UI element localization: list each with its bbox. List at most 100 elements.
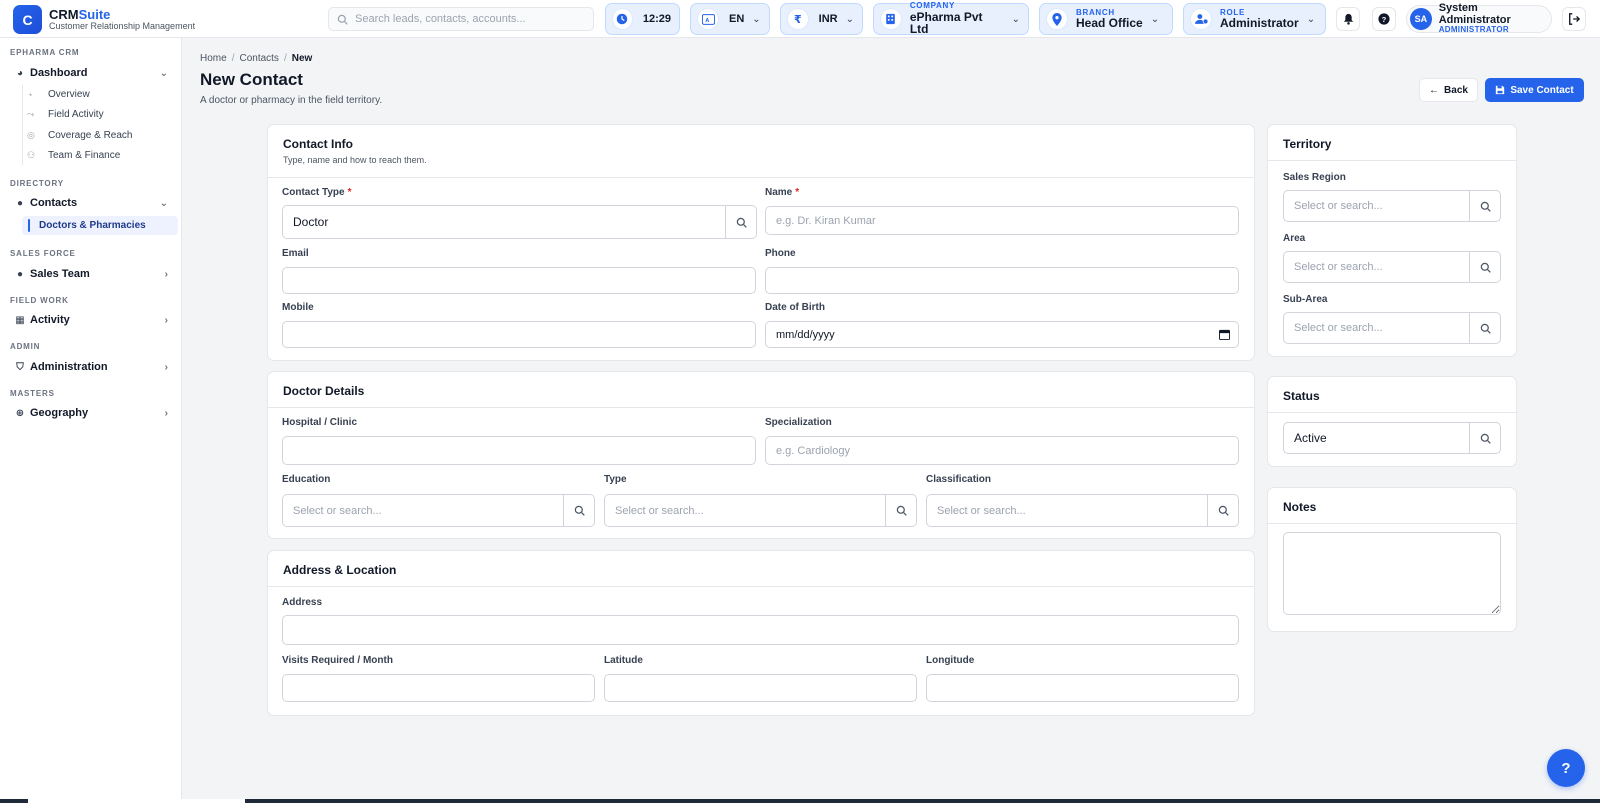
visits-input[interactable]: [293, 675, 594, 701]
specialization-field[interactable]: [765, 436, 1239, 465]
classification-select[interactable]: Select or search...: [926, 494, 1239, 527]
latitude-field[interactable]: [604, 674, 917, 702]
clock-icon: [612, 8, 633, 30]
sub-area-placeholder: Select or search...: [1294, 322, 1383, 334]
status-select[interactable]: Active: [1283, 422, 1501, 454]
sidebar-item-doctors-pharmacies[interactable]: Doctors & Pharmacies: [22, 216, 178, 235]
latitude-input[interactable]: [615, 675, 916, 701]
classification-search-button[interactable]: [1207, 495, 1238, 526]
section-title-admin: ADMIN: [10, 342, 41, 351]
area-select[interactable]: Select or search...: [1283, 251, 1501, 283]
email-input[interactable]: [293, 268, 755, 293]
type-select[interactable]: Select or search...: [604, 494, 917, 527]
mobile-input[interactable]: [293, 322, 755, 347]
user-shield-icon: [1190, 8, 1212, 30]
type-search-button[interactable]: [885, 495, 916, 526]
education-search-button[interactable]: [563, 495, 594, 526]
phone-input[interactable]: [776, 268, 1238, 293]
specialization-input[interactable]: [776, 437, 1238, 464]
language-selector[interactable]: A EN ⌄: [690, 3, 770, 35]
sub-area-label: Sub-Area: [1283, 294, 1328, 305]
phone-field[interactable]: [765, 267, 1239, 294]
search-input[interactable]: [355, 13, 575, 25]
sidebar-item-administration[interactable]: ⛉ Administration ›: [8, 357, 176, 377]
breadcrumb-home[interactable]: Home: [200, 53, 227, 64]
search-icon: [1480, 433, 1491, 444]
sidebar-item-dashboard[interactable]: ◕ Dashboard ⌄: [8, 63, 176, 83]
name-input[interactable]: [776, 207, 1238, 234]
notifications-button[interactable]: [1336, 7, 1360, 31]
dob-field[interactable]: mm/dd/yyyy: [765, 321, 1239, 348]
sidebar-item-coverage-reach[interactable]: ◎ Coverage & Reach: [27, 126, 175, 145]
sub-area-select[interactable]: Select or search...: [1283, 312, 1501, 344]
mobile-field[interactable]: [282, 321, 756, 348]
sidebar-item-overview[interactable]: ◔ Overview: [27, 85, 175, 104]
calendar-icon[interactable]: [1219, 329, 1230, 340]
status-value: Active: [1294, 431, 1327, 445]
logout-icon: [1569, 13, 1580, 25]
longitude-input[interactable]: [937, 675, 1238, 701]
company-selector[interactable]: COMPANY ePharma Pvt Ltd ⌄: [873, 1, 1029, 36]
email-field[interactable]: [282, 267, 756, 294]
dashboard-icon: ◕: [16, 67, 24, 79]
status-search-button[interactable]: [1469, 423, 1500, 453]
email-label: Email: [282, 248, 309, 259]
floating-help-button[interactable]: ?: [1547, 749, 1585, 787]
card-title-territory: Territory: [1283, 137, 1332, 151]
contact-type-search-button[interactable]: [725, 206, 756, 238]
name-field[interactable]: [765, 206, 1239, 235]
type-placeholder: Select or search...: [615, 504, 704, 517]
sidebar-item-sales-team[interactable]: ● Sales Team ›: [8, 264, 176, 284]
sidebar-item-field-activity[interactable]: ⤳ Field Activity: [27, 105, 175, 124]
sales-region-select[interactable]: Select or search...: [1283, 190, 1501, 222]
brand[interactable]: C CRMSuite Customer Relationship Managem…: [13, 5, 195, 34]
logout-button[interactable]: [1562, 7, 1586, 31]
help-menu-button[interactable]: ?: [1372, 7, 1396, 31]
globe-icon: ⊕: [15, 407, 25, 419]
sidebar-item-activity[interactable]: ▦ Activity ›: [8, 310, 176, 330]
hospital-input[interactable]: [293, 437, 755, 464]
education-select[interactable]: Select or search...: [282, 494, 595, 527]
sub-area-search-button[interactable]: [1469, 313, 1500, 343]
notes-textarea[interactable]: [1283, 532, 1501, 615]
user-role: ADMINISTRATOR: [1438, 25, 1509, 35]
role-selector[interactable]: ROLE Administrator ⌄: [1183, 3, 1326, 35]
area-placeholder: Select or search...: [1294, 261, 1383, 273]
classification-label: Classification: [926, 474, 992, 485]
global-search[interactable]: [328, 7, 594, 31]
user-menu[interactable]: SA System Administrator ADMINISTRATOR: [1406, 2, 1552, 35]
address-field[interactable]: [282, 615, 1239, 645]
chevron-down-icon: ⌄: [752, 13, 761, 25]
contact-type-select[interactable]: Doctor: [282, 205, 757, 239]
save-contact-button[interactable]: Save Contact: [1485, 78, 1584, 102]
sidebar-item-contacts[interactable]: ● Contacts ⌄: [8, 193, 176, 213]
search-icon: [896, 505, 907, 516]
hospital-field[interactable]: [282, 436, 756, 465]
svg-text:A: A: [705, 17, 709, 23]
sidebar-item-team-finance[interactable]: ⚇ Team & Finance: [27, 146, 175, 165]
back-button[interactable]: ← Back: [1419, 78, 1478, 102]
clock-pill[interactable]: 12:29: [605, 3, 680, 35]
section-title-directory: DIRECTORY: [10, 179, 64, 188]
chevron-right-icon: ›: [164, 314, 168, 326]
card-title-notes: Notes: [1283, 500, 1317, 514]
branch-selector[interactable]: BRANCH Head Office ⌄: [1039, 3, 1173, 35]
visits-label: Visits Required / Month: [282, 655, 393, 666]
currency-selector[interactable]: ₹ INR ⌄: [780, 3, 863, 35]
breadcrumb: Home / Contacts / New: [200, 53, 313, 64]
sidebar-item-geography[interactable]: ⊕ Geography ›: [8, 403, 176, 423]
card-title-status: Status: [1283, 389, 1320, 403]
area-search-button[interactable]: [1469, 252, 1500, 282]
name-label: Name *: [765, 187, 800, 198]
mobile-label: Mobile: [282, 302, 314, 313]
brand-logo: C: [13, 5, 42, 34]
breadcrumb-contacts[interactable]: Contacts: [239, 53, 278, 64]
card-title-address: Address & Location: [283, 563, 397, 577]
visits-field[interactable]: [282, 674, 595, 702]
search-icon: [574, 505, 585, 516]
language-value: EN: [729, 13, 745, 25]
sales-region-search-button[interactable]: [1469, 191, 1500, 221]
address-input[interactable]: [293, 616, 1238, 644]
hospital-label: Hospital / Clinic: [282, 417, 358, 428]
longitude-field[interactable]: [926, 674, 1239, 702]
